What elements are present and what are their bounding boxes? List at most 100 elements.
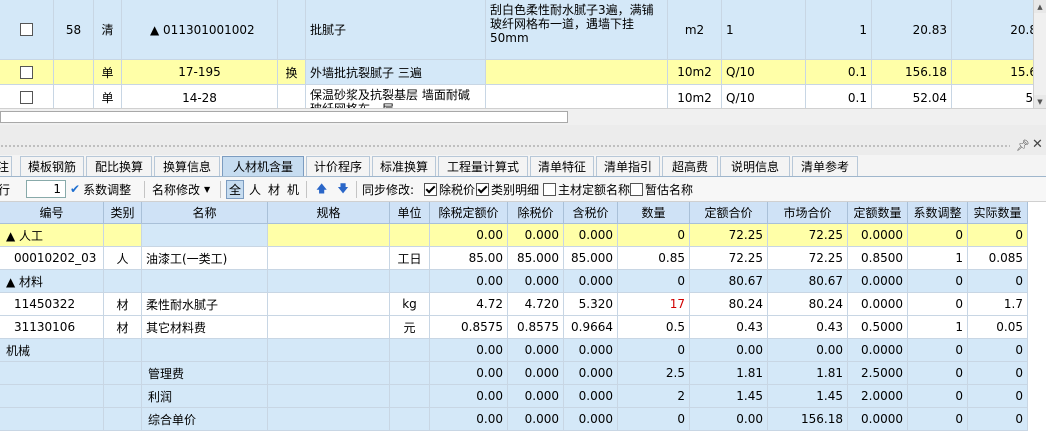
col-header-type[interactable]: 类别 (104, 202, 142, 224)
checkbox-icon[interactable] (630, 182, 643, 196)
cell-name[interactable]: 其它材料费 (142, 316, 268, 339)
checkbox-checked-icon[interactable] (476, 182, 489, 196)
cell-code[interactable]: ▲ 人工 (0, 224, 104, 247)
col-header-code[interactable]: 编号 (0, 202, 104, 224)
cell-real[interactable]: 0.05 (968, 316, 1028, 339)
cell-name[interactable]: 综合单价 (142, 408, 268, 431)
tab-conversion-info[interactable]: 换算信息 (154, 156, 220, 176)
cell-name[interactable]: 柔性耐水腻子 (142, 293, 268, 316)
col-header-name[interactable]: 名称 (142, 202, 268, 224)
filter-labor-button[interactable]: 人 (247, 181, 263, 198)
cell-qty[interactable]: 0 (618, 224, 690, 247)
cell-sum[interactable]: 0.00 (690, 408, 768, 431)
row-checkbox[interactable] (20, 65, 33, 79)
main-material-name-checkbox[interactable]: 主材定额名称 (543, 180, 630, 198)
cell-coef[interactable]: 0 (908, 408, 968, 431)
cell-qty[interactable]: 0.85 (618, 247, 690, 270)
cell-coef[interactable]: 0 (908, 362, 968, 385)
cell-bqty[interactable]: 0.0000 (848, 339, 908, 362)
tab-quantity-formula[interactable]: 工程量计算式 (438, 156, 528, 176)
cell-coef[interactable]: 0 (908, 339, 968, 362)
cell-coef[interactable]: 0 (908, 385, 968, 408)
filter-machine-button[interactable]: 机 (285, 181, 301, 198)
checkbox-checked-icon[interactable] (424, 182, 437, 196)
group-row[interactable]: 机械 0.00 0.000 0.000 0 0.00 0.00 0.0000 0 0 (0, 339, 1046, 362)
cell-msum[interactable]: 0.43 (768, 316, 848, 339)
cell-name[interactable]: 利润 (142, 385, 268, 408)
cell-spec[interactable] (268, 362, 390, 385)
cell-taxp[interactable]: 0.000 (564, 385, 618, 408)
tab-resource-content[interactable]: 人材机含量 (222, 156, 304, 176)
cell-code[interactable]: 机械 (0, 339, 104, 362)
cell-unit[interactable] (390, 362, 430, 385)
cell-qty[interactable]: 0.5 (618, 316, 690, 339)
tab-mix-conversion[interactable]: 配比换算 (86, 156, 152, 176)
cell-type[interactable] (104, 385, 142, 408)
cell-real[interactable]: 0.085 (968, 247, 1028, 270)
estimate-name-checkbox[interactable]: 暂估名称 (630, 180, 693, 198)
cell-taxp[interactable]: 5.320 (564, 293, 618, 316)
row-expression[interactable]: Q/10 (722, 60, 806, 85)
cell-bqty[interactable]: 2.5000 (848, 362, 908, 385)
cell-unit[interactable]: kg (390, 293, 430, 316)
cell-price[interactable]: 0.8575 (508, 316, 564, 339)
col-header-base-price[interactable]: 除税定额价 (430, 202, 508, 224)
row-expression[interactable]: 1 (722, 0, 806, 60)
cell-qty[interactable]: 0 (618, 408, 690, 431)
col-header-quantity[interactable]: 数量 (618, 202, 690, 224)
scroll-up-icon[interactable]: ▲ (1034, 0, 1046, 13)
row-expression[interactable]: Q/10 (722, 85, 806, 108)
scrollbar-thumb[interactable] (0, 111, 568, 123)
cell-unit[interactable] (390, 270, 430, 293)
cell-sum[interactable]: 72.25 (690, 247, 768, 270)
close-icon[interactable]: ✕ (1032, 137, 1043, 152)
cell-taxp[interactable]: 0.000 (564, 339, 618, 362)
cell-spec[interactable] (268, 385, 390, 408)
cell-price[interactable]: 4.720 (508, 293, 564, 316)
cell-code[interactable]: 11450322 (0, 293, 104, 316)
cell-sum[interactable]: 80.67 (690, 270, 768, 293)
cell-unit[interactable]: 元 (390, 316, 430, 339)
cell-type[interactable]: 材 (104, 316, 142, 339)
cell-real[interactable]: 0 (968, 270, 1028, 293)
col-header-real-qty[interactable]: 实际数量 (968, 202, 1028, 224)
cell-real[interactable]: 0 (968, 224, 1028, 247)
cell-coef[interactable]: 1 (908, 316, 968, 339)
cell-taxp[interactable]: 0.000 (564, 408, 618, 431)
cell-spec[interactable] (268, 316, 390, 339)
group-row[interactable]: ▲ 材料 0.00 0.000 0.000 0 80.67 80.67 0.0000 0 0 (0, 270, 1046, 293)
cell-type[interactable] (104, 339, 142, 362)
cell-bqty[interactable]: 0.8500 (848, 247, 908, 270)
col-header-price[interactable]: 除税价 (508, 202, 564, 224)
cell-real[interactable]: 0 (968, 362, 1028, 385)
scroll-down-icon[interactable]: ▼ (1034, 95, 1046, 108)
cell-taxp[interactable]: 0.000 (564, 362, 618, 385)
cell-qty[interactable]: 0 (618, 339, 690, 362)
tax-excluded-checkbox[interactable]: 除税价 (424, 180, 475, 198)
cell-base[interactable]: 0.8575 (430, 316, 508, 339)
cell-type[interactable] (104, 224, 142, 247)
coef-adjust-button[interactable]: ✔ 系数调整 (70, 180, 131, 198)
tab-standard-conversion[interactable]: 标准换算 (372, 156, 436, 176)
tab-bill-guide[interactable]: 清单指引 (596, 156, 660, 176)
tab-overheight-fee[interactable]: 超高费 (662, 156, 718, 176)
row-description[interactable] (486, 85, 668, 108)
cell-price[interactable]: 0.000 (508, 339, 564, 362)
cell-bqty[interactable]: 0.0000 (848, 224, 908, 247)
col-header-quota-qty[interactable]: 定额数量 (848, 202, 908, 224)
cell-spec[interactable] (268, 247, 390, 270)
cell-sum[interactable]: 1.45 (690, 385, 768, 408)
cell-spec[interactable] (268, 339, 390, 362)
col-header-coef[interactable]: 系数调整 (908, 202, 968, 224)
row-checkbox-cell[interactable] (0, 60, 54, 85)
tab-note[interactable]: 注 (0, 156, 12, 176)
group-row[interactable]: 管理费 0.00 0.000 0.000 2.5 1.81 1.81 2.5000 0 0 (0, 362, 1046, 385)
row-code[interactable]: 17-195 (122, 60, 278, 85)
row-checkbox-cell[interactable] (0, 85, 54, 108)
cell-real[interactable]: 0 (968, 408, 1028, 431)
table-row[interactable]: 31130106 材其它材料费元 0.8575 0.8575 0.9664 0.5 0.43… (0, 316, 1046, 339)
cell-type[interactable]: 人 (104, 247, 142, 270)
table-row[interactable]: 58 清 ▲ 011301001002 批腻子 刮白色柔性耐水腻子3遍，满铺玻纤… (0, 0, 1033, 60)
cell-msum[interactable]: 1.81 (768, 362, 848, 385)
table-row[interactable]: 单 14-28 保温砂浆及抗裂基层 墙面耐碱玻纤网格布一层 10m2 Q/10 … (0, 85, 1033, 108)
